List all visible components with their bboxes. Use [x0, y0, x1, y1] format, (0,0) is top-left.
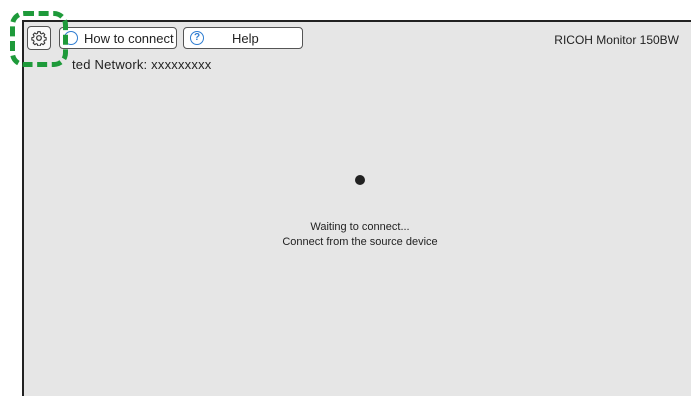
- how-to-connect-button[interactable]: How to connect: [59, 27, 177, 49]
- monitor-screen: [22, 20, 691, 396]
- device-name: RICOH Monitor 150BW: [554, 33, 679, 47]
- how-to-connect-label: How to connect: [84, 30, 174, 46]
- status-line-2: Connect from the source device: [282, 236, 438, 248]
- help-label: Help: [232, 31, 259, 46]
- info-icon: [64, 31, 78, 45]
- gear-icon: [31, 31, 47, 46]
- help-button[interactable]: ? Help: [183, 27, 303, 49]
- settings-button[interactable]: [27, 26, 51, 50]
- status-indicator: [355, 175, 365, 185]
- question-icon: ?: [190, 31, 204, 45]
- status-line-1: Waiting to connect...: [310, 221, 410, 233]
- network-label: ted Network: xxxxxxxxx: [72, 57, 212, 72]
